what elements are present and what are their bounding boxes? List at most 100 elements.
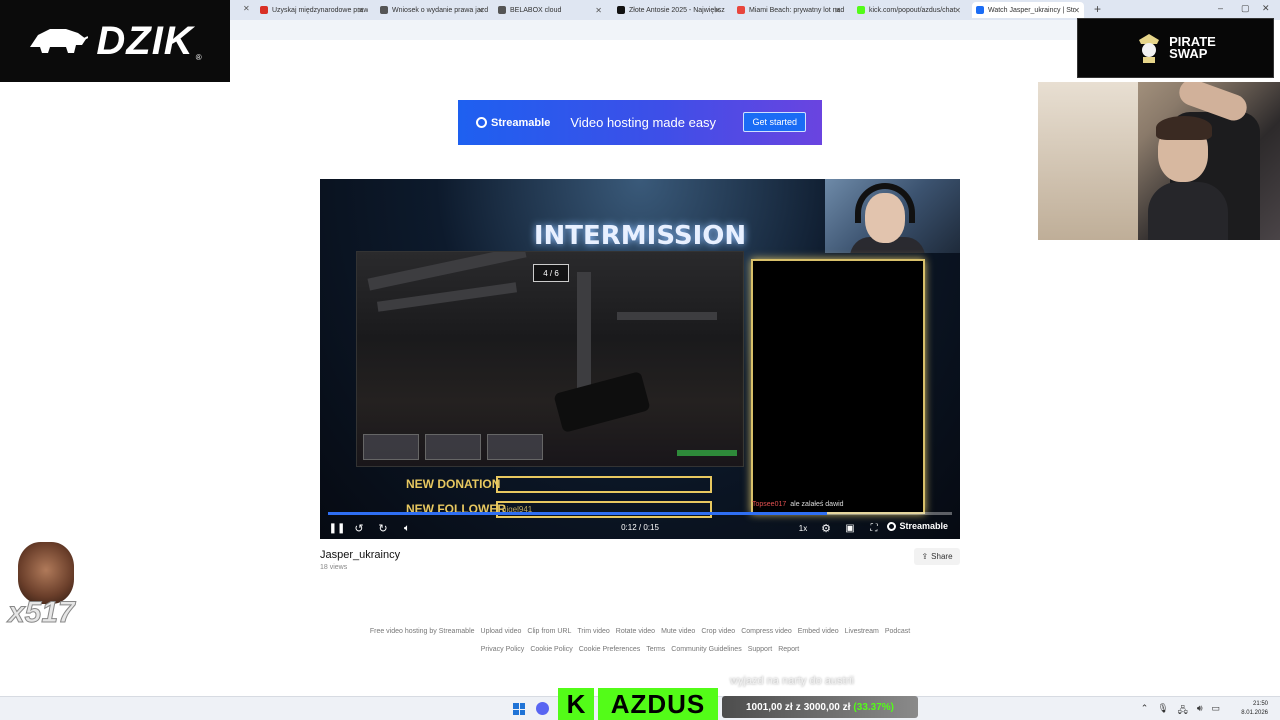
footer-link[interactable]: Cookie Preferences (579, 646, 640, 653)
footer-link[interactable]: Podcast (885, 628, 910, 635)
settings-gear-icon[interactable]: ⚙ (819, 520, 833, 536)
tab-favicon-icon (498, 6, 506, 14)
browser-tab[interactable]: Watch Jasper_ukraincy | Str ✕ (972, 2, 1084, 18)
footer-link[interactable]: Support (748, 646, 773, 653)
chevron-up-icon[interactable]: ⌃ (1141, 703, 1149, 719)
share-button[interactable]: ⇪ Share (914, 548, 960, 565)
close-tab-icon[interactable]: ✕ (834, 6, 841, 15)
maximize-icon[interactable]: ▢ (1241, 3, 1250, 14)
footer-link[interactable]: Privacy Policy (481, 646, 525, 653)
close-tab-icon[interactable]: ✕ (477, 6, 484, 15)
tab-favicon-icon (260, 6, 268, 14)
footer-link[interactable]: Crop video (701, 628, 735, 635)
playback-speed-button[interactable]: 1x (796, 520, 810, 536)
goal-percent: (33.37%) (853, 701, 894, 713)
browser-tab[interactable]: Wniosek o wydanie prawa jazdy ✕ (376, 2, 488, 18)
player-brand[interactable]: Streamable (887, 521, 948, 531)
close-window-icon[interactable]: ✕ (1262, 3, 1270, 14)
video-views: 18 views (320, 564, 348, 571)
boar-icon (30, 29, 89, 53)
ticker-text: wyjazd na narty do austrii (730, 675, 855, 687)
browser-tab[interactable]: Uzyskaj międzynarodowe prawo ✕ (256, 2, 368, 18)
discord-icon[interactable] (536, 702, 549, 715)
footer-link[interactable]: Rotate video (616, 628, 655, 635)
tab-title: Uzyskaj międzynarodowe prawo (272, 6, 368, 14)
footer-link[interactable]: Community Guidelines (671, 646, 741, 653)
streamable-logo-icon (887, 521, 897, 531)
browser-tab[interactable]: Złote Antosie 2025 - Największ ✕ (613, 2, 725, 18)
footer-link[interactable]: Upload video (481, 628, 522, 635)
footer-link[interactable]: Compress video (741, 628, 792, 635)
streamable-ad-banner[interactable]: Streamable Video hosting made easy Get s… (458, 100, 822, 145)
footer-link[interactable]: Report (778, 646, 799, 653)
pirate-line2: SWAP (1169, 46, 1208, 61)
footer-links-primary: Free video hosting by Streamable Upload v… (0, 628, 1280, 635)
share-icon: ⇪ (921, 552, 929, 561)
share-label: Share (931, 552, 953, 561)
chat-username: Topsee017 (752, 501, 787, 508)
game-footage: 4 / 6 (356, 251, 744, 467)
speaker-icon[interactable]: 🔊︎ (1197, 703, 1203, 719)
footer-link[interactable]: Mute video (661, 628, 695, 635)
pirateswap-logo-overlay: PIRATE SWAP (1077, 18, 1274, 78)
close-tab-icon[interactable]: ✕ (595, 6, 602, 15)
close-tab-icon[interactable]: ✕ (357, 6, 364, 15)
close-tab-icon[interactable]: ✕ (243, 4, 250, 13)
emote-combo-overlay: x517 (8, 540, 86, 636)
kick-logo-icon: K (558, 688, 594, 720)
tab-favicon-icon (617, 6, 625, 14)
tab-title: BELABOX cloud (510, 6, 562, 14)
chat-message: Topsee017 ale zalałeś dawid (752, 501, 922, 508)
intermission-title: INTERMISSION (533, 221, 747, 251)
system-tray: ⌃ 🎙︎ 🖧 🔊︎ ▭ (1141, 703, 1220, 719)
donation-alert-box (496, 476, 712, 493)
game-counter: 4 / 6 (533, 264, 569, 282)
address-bar[interactable] (230, 20, 1080, 40)
footer-link[interactable]: Livestream (845, 628, 879, 635)
close-tab-icon[interactable]: ✕ (714, 6, 721, 15)
registered-mark: ® (195, 53, 202, 62)
video-title: Jasper_ukraincy (320, 549, 401, 561)
close-tab-icon[interactable]: ✕ (954, 6, 961, 15)
network-icon[interactable]: 🖧 (1178, 703, 1188, 719)
video-player[interactable]: INTERMISSION 4 / 6 Topsee017 ale zalałeś… (320, 179, 960, 539)
clock-time: 21:50 (1252, 701, 1268, 707)
emote-count: x517 (8, 596, 76, 630)
microphone-icon[interactable]: 🎙︎ (1157, 703, 1168, 719)
banner-tagline: Video hosting made easy (570, 115, 717, 130)
footer-link[interactable]: Clip from URL (527, 628, 571, 635)
goal-separator: z (795, 701, 801, 713)
taskbar-clock[interactable]: 21:50 8.01.2026 (1241, 700, 1268, 718)
tab-favicon-icon (737, 6, 745, 14)
pirate-icon (1139, 34, 1160, 63)
progress-bar[interactable] (328, 512, 952, 515)
battery-icon[interactable]: ▭ (1211, 703, 1220, 719)
player-brand-text: Streamable (899, 521, 948, 531)
tab-title: Watch Jasper_ukraincy | Str (988, 6, 1076, 14)
browser-tab[interactable]: Miami Beach: prywatny lot nad ✕ (733, 2, 845, 18)
streamer-webcam (1038, 82, 1280, 240)
minimize-icon[interactable]: – (1218, 3, 1223, 13)
goal-target: 3000,00 zł (803, 701, 851, 713)
new-tab-button[interactable]: + (1094, 2, 1101, 16)
picture-in-picture-icon[interactable]: ▣ (843, 520, 857, 536)
fullscreen-icon[interactable]: ⛶ (867, 520, 881, 536)
windows-start-icon[interactable] (513, 703, 525, 715)
get-started-button[interactable]: Get started (743, 112, 806, 132)
footer-link[interactable]: Free video hosting by Streamable (370, 628, 475, 635)
footer-link[interactable]: Cookie Policy (530, 646, 572, 653)
emote-image (18, 542, 74, 604)
goal-current: 1001,00 zł (745, 701, 793, 713)
new-donation-label: NEW DONATION (406, 477, 501, 491)
footer-link[interactable]: Terms (646, 646, 665, 653)
chat-overlay-box (751, 259, 925, 514)
browser-tab[interactable]: BELABOX cloud ✕ (494, 2, 606, 18)
footer-link[interactable]: Embed video (798, 628, 839, 635)
footer-links-secondary: Privacy Policy Cookie Policy Cookie Prefer… (0, 646, 1280, 653)
tab-favicon-icon (857, 6, 865, 14)
close-tab-icon[interactable]: ✕ (1073, 6, 1080, 15)
tab-title: Złote Antosie 2025 - Największ (629, 6, 725, 14)
footer-link[interactable]: Trim video (577, 628, 609, 635)
browser-tab[interactable]: kick.com/popout/azdus/chat ✕ (853, 2, 965, 18)
tab-title: Miami Beach: prywatny lot nad (749, 6, 845, 14)
